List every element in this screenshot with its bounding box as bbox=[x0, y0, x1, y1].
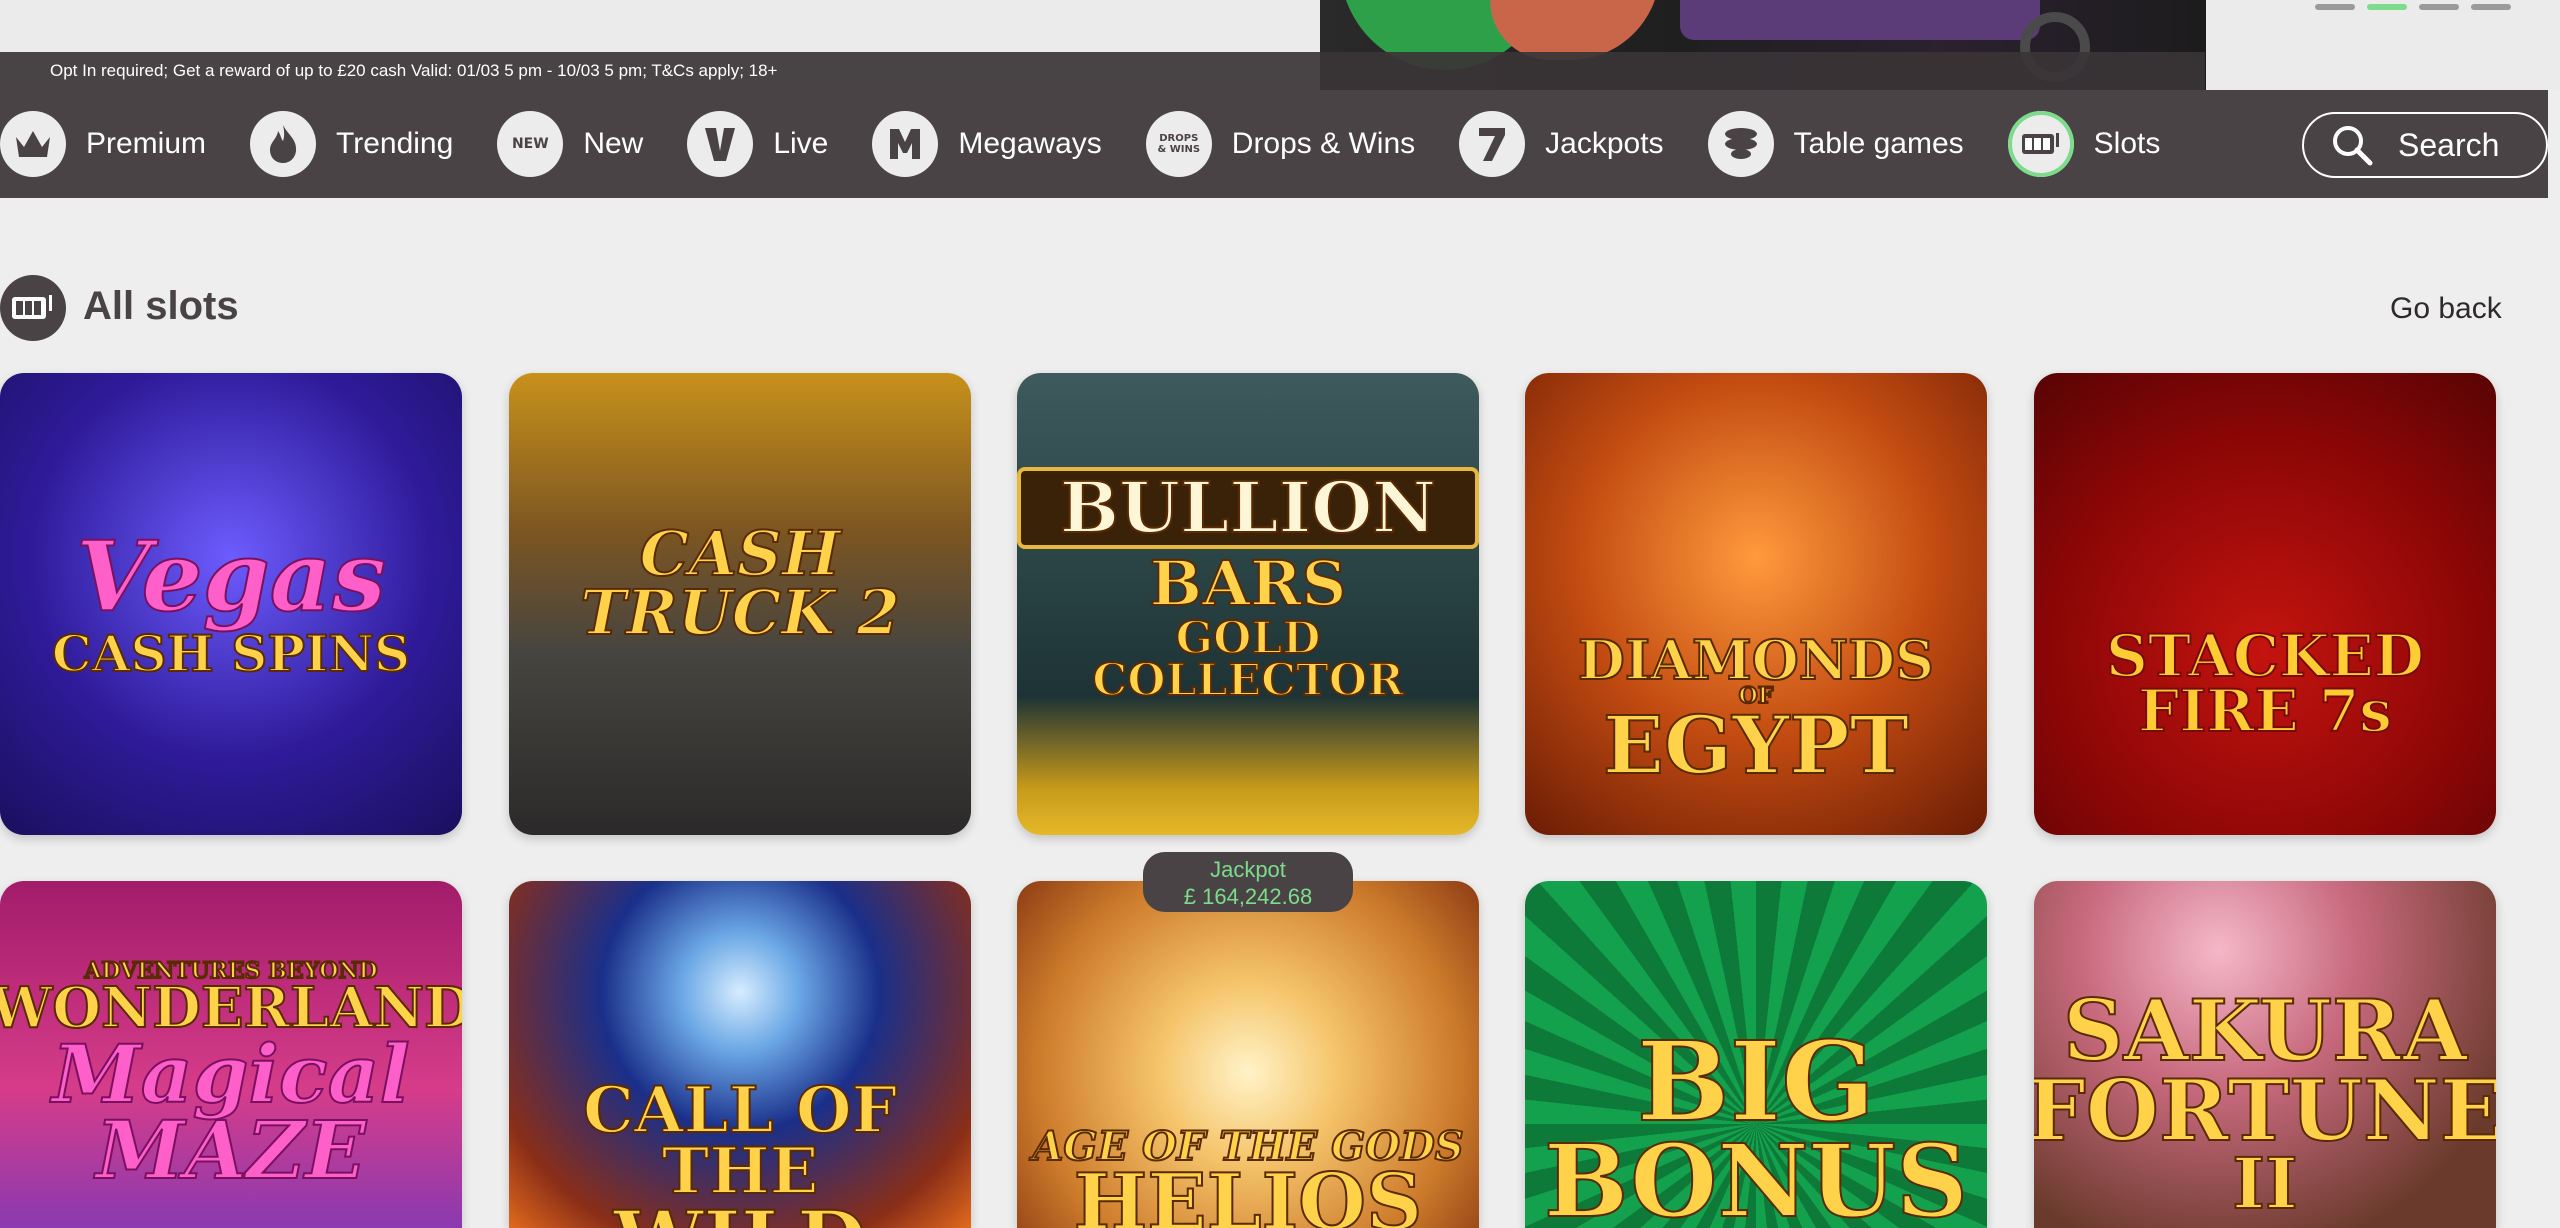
nav-item-label: Table games bbox=[1793, 127, 1964, 160]
game-title: BULLION BARS GOLD COLLECTOR bbox=[1017, 466, 1479, 703]
nav-item-label: Drops & Wins bbox=[1231, 127, 1416, 160]
game-tile-big-bonus[interactable]: BIG BONUS bbox=[1525, 881, 1987, 1228]
game-title: DIAMONDS OF EGYPT bbox=[1577, 627, 1935, 793]
nav-item-jackpots[interactable]: Jackpots bbox=[1459, 90, 1664, 198]
flame-icon bbox=[250, 111, 317, 177]
game-tile-vegas-cash-spins[interactable]: Vegas CASH SPINS bbox=[0, 373, 462, 835]
game-title: CALL OF THE WILD bbox=[582, 1072, 898, 1228]
slot-machine-icon bbox=[0, 275, 66, 341]
game-title: ADVENTURES BEYOND WONDERLAND Magical MAZ… bbox=[0, 958, 462, 1197]
game-title: AGE OF THE GODS HELIOS bbox=[1031, 1123, 1464, 1228]
seven-icon bbox=[1459, 111, 1526, 177]
search-label: Search bbox=[2398, 126, 2500, 163]
nav-item-new[interactable]: NEW New bbox=[497, 90, 643, 198]
drops-wins-icon: DROPS & WINS bbox=[1145, 111, 1212, 177]
game-tile-age-of-the-gods-helios[interactable]: AGE OF THE GODS HELIOS bbox=[1017, 881, 1479, 1228]
nav-item-label: Megaways bbox=[958, 127, 1102, 160]
slider-dot[interactable] bbox=[2471, 4, 2511, 10]
nav-item-drops-wins[interactable]: DROPS & WINS Drops & Wins bbox=[1145, 90, 1416, 198]
game-tile-diamonds-of-egypt[interactable]: DIAMONDS OF EGYPT bbox=[1525, 373, 1987, 835]
slot-machine-icon bbox=[2007, 111, 2074, 177]
live-v-icon bbox=[687, 111, 754, 177]
new-badge-icon: NEW bbox=[497, 111, 564, 177]
nav-item-slots[interactable]: Slots bbox=[2007, 90, 2161, 198]
go-back-link[interactable]: Go back bbox=[2390, 292, 2502, 326]
nav-item-label: Premium bbox=[86, 127, 207, 160]
game-tile-stacked-fire-7s[interactable]: STACKED FIRE 7s bbox=[2034, 373, 2496, 835]
nav-item-live[interactable]: Live bbox=[687, 90, 828, 198]
drops-wins-icon-text: DROPS & WINS bbox=[1157, 133, 1201, 155]
slider-dot[interactable] bbox=[2315, 4, 2355, 10]
chips-icon bbox=[1707, 111, 1774, 177]
nav-item-label: Jackpots bbox=[1545, 127, 1664, 160]
game-tile-bullion-bars[interactable]: BULLION BARS GOLD COLLECTOR bbox=[1017, 373, 1479, 835]
search-button[interactable]: Search bbox=[2302, 112, 2548, 178]
jackpot-badge: Jackpot £ 164,242.68 bbox=[1143, 852, 1353, 912]
slider-dot[interactable] bbox=[2419, 4, 2459, 10]
jackpot-label: Jackpot bbox=[1210, 857, 1286, 882]
game-tile-cash-truck-2[interactable]: CASH TRUCK 2 bbox=[509, 373, 971, 835]
jackpot-amount: £ 164,242.68 bbox=[1183, 884, 1313, 909]
game-tile-call-of-the-wild[interactable]: CALL OF THE WILD bbox=[509, 881, 971, 1228]
crown-icon bbox=[0, 111, 66, 177]
game-title: BIG BONUS bbox=[1543, 1016, 1969, 1228]
nav-item-megaways[interactable]: Megaways bbox=[872, 90, 1102, 198]
nav-item-label: New bbox=[583, 127, 644, 160]
slider-dot-active[interactable] bbox=[2367, 4, 2407, 10]
game-tile-magical-maze[interactable]: ADVENTURES BEYOND WONDERLAND Magical MAZ… bbox=[0, 881, 462, 1228]
nav-item-label: Live bbox=[773, 127, 829, 160]
banner-slider-dots[interactable] bbox=[2315, 4, 2511, 10]
search-icon bbox=[2333, 126, 2373, 166]
game-title: STACKED FIRE 7s bbox=[2105, 621, 2425, 745]
category-nav: Premium Trending NEW New Live Megaways D… bbox=[0, 90, 2548, 198]
nav-item-label: Trending bbox=[336, 127, 454, 160]
nav-item-trending[interactable]: Trending bbox=[250, 90, 453, 198]
promo-banner[interactable]: Opt In required; Get a reward of up to £… bbox=[0, 0, 2560, 90]
nav-item-label: Slots bbox=[2093, 127, 2161, 160]
game-tile-sakura-fortune-2[interactable]: SAKURA FORTUNE II bbox=[2034, 881, 2496, 1228]
terms-text: Opt In required; Get a reward of up to £… bbox=[0, 52, 2205, 90]
game-title: Vegas CASH SPINS bbox=[51, 519, 411, 683]
section-title: All slots bbox=[83, 284, 239, 328]
nav-item-table-games[interactable]: Table games bbox=[1707, 90, 1964, 198]
game-title: SAKURA FORTUNE II bbox=[2034, 981, 2496, 1226]
game-title: CASH TRUCK 2 bbox=[579, 517, 901, 649]
megaways-m-icon bbox=[872, 111, 939, 177]
nav-item-premium[interactable]: Premium bbox=[0, 90, 206, 198]
new-badge-text: NEW bbox=[511, 136, 549, 152]
